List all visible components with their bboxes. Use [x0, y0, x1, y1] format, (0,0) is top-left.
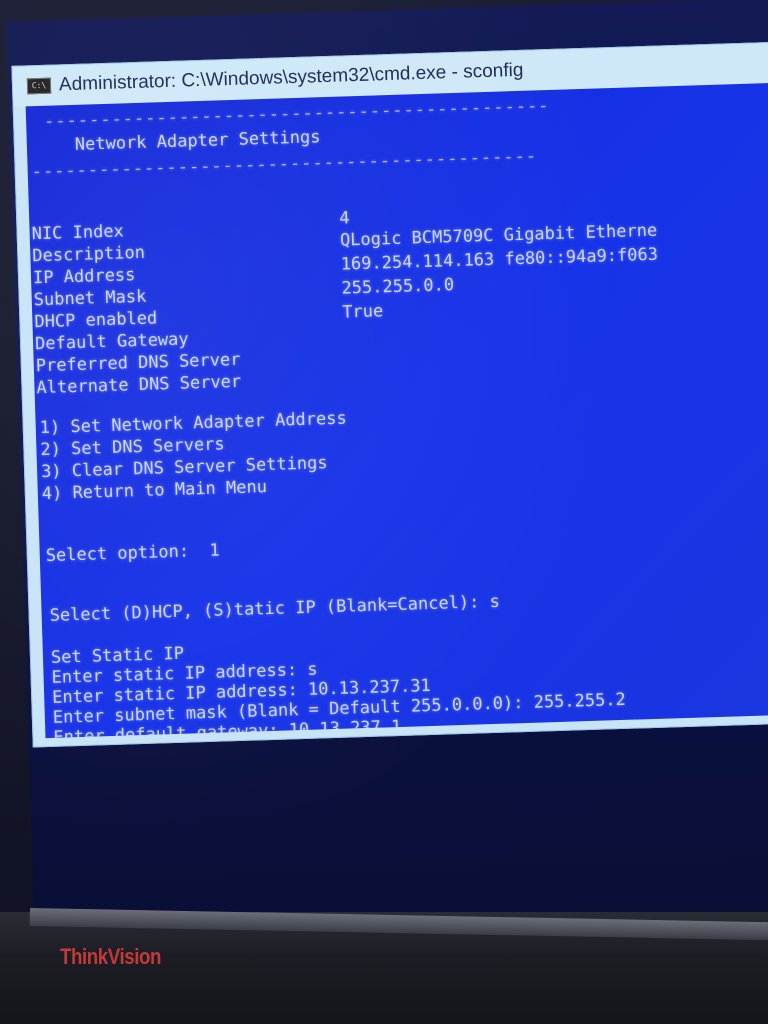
- monitor: C:\ Administrator: C:\Windows\system32\c…: [0, 0, 768, 1024]
- field-value: 169.254.114.163 fe80::94a9:f063: [340, 244, 659, 275]
- field-label: IP Address: [32, 265, 136, 289]
- text-cursor: [402, 728, 414, 732]
- field-value: 4: [339, 208, 350, 229]
- monitor-screen: C:\ Administrator: C:\Windows\system32\c…: [6, 0, 768, 942]
- menu-item: 1) Set Network Adapter Address: [39, 408, 347, 439]
- field-value: True: [341, 301, 384, 323]
- field-value: 255.255.0.0: [341, 275, 455, 299]
- field-label: Subnet Mask: [33, 286, 147, 311]
- cmd-icon: C:\: [26, 77, 52, 95]
- window-title: Administrator: C:\Windows\system32\cmd.e…: [58, 59, 524, 96]
- field-label: Default Gateway: [34, 329, 189, 355]
- field-label: Alternate DNS Server: [36, 371, 242, 399]
- console-area[interactable]: ----------------------------------------…: [25, 82, 768, 739]
- cmd-window: C:\ Administrator: C:\Windows\system32\c…: [11, 41, 768, 748]
- field-label: NIC Index: [31, 221, 125, 245]
- field-label: Description: [32, 242, 146, 267]
- brand-logo: ThinkVision: [60, 944, 161, 969]
- menu-item: 4) Return to Main Menu: [41, 477, 268, 505]
- select-option-prompt: Select option: 1: [45, 540, 221, 567]
- section-heading: Network Adapter Settings: [74, 127, 321, 155]
- select-mode-prompt: Select (D)HCP, (S)tatic IP (Blank=Cancel…: [49, 591, 501, 626]
- field-label: DHCP enabled: [34, 308, 158, 333]
